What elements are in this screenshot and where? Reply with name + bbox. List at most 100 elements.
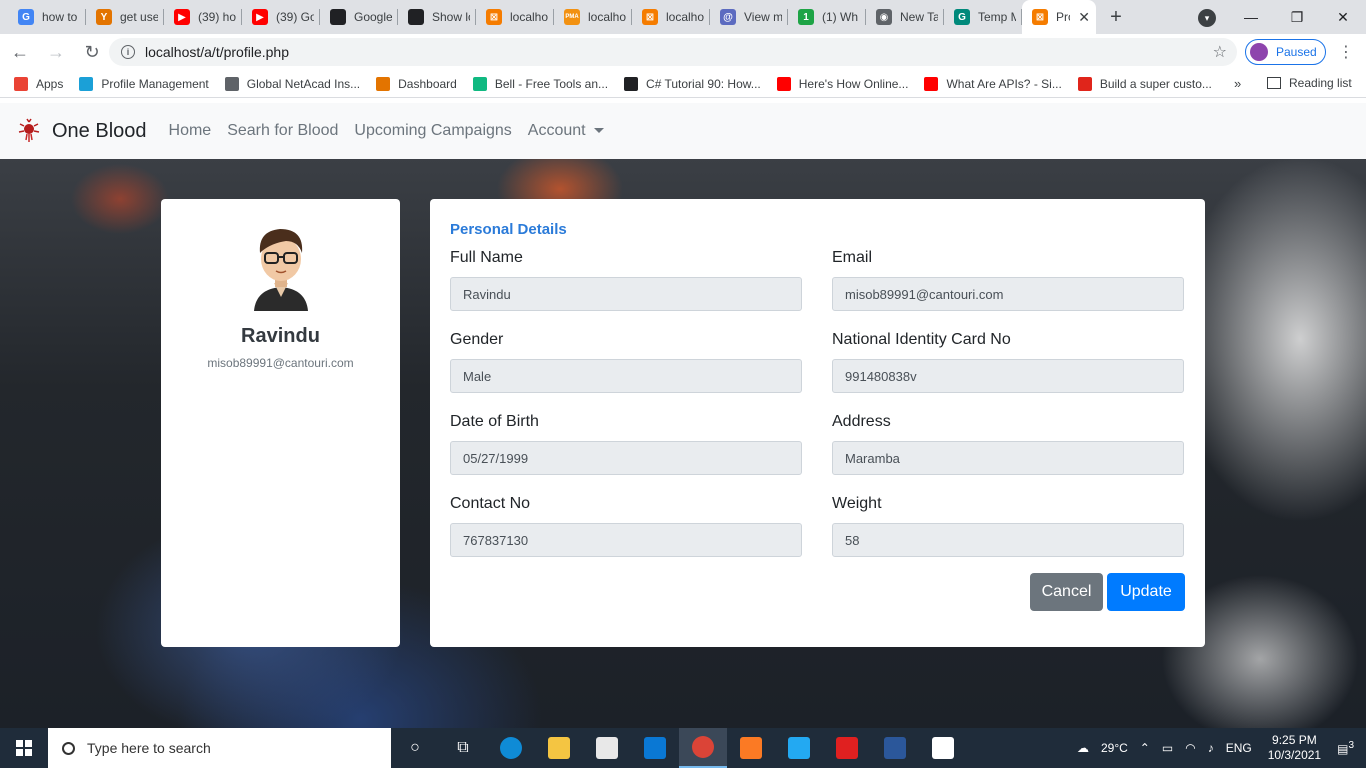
volume-icon[interactable]: ♪ <box>1208 741 1214 755</box>
profile-paused-button[interactable]: Paused <box>1245 39 1326 65</box>
bookmark-item[interactable]: Here's How Online... <box>776 76 908 91</box>
bookmark-icon <box>1077 76 1092 91</box>
edge-icon[interactable] <box>487 728 535 768</box>
wifi-icon[interactable]: ◠ <box>1185 741 1195 755</box>
address-bar[interactable]: i localhost/a/t/profile.php ☆ <box>109 38 1237 66</box>
address-field[interactable]: Maramba <box>832 441 1184 475</box>
bookmark-icon <box>79 76 94 91</box>
battery-icon[interactable]: ▭ <box>1162 741 1173 755</box>
reading-list-button[interactable]: Reading list <box>1267 76 1352 90</box>
tab-label: localho <box>510 10 548 24</box>
bookmark-item[interactable]: Apps <box>14 76 64 91</box>
restore-icon[interactable]: ❐ <box>1274 0 1320 34</box>
browser-tab[interactable]: Yget use <box>86 0 164 34</box>
word-icon[interactable] <box>871 728 919 768</box>
nic-group: National Identity Card No 991480838v <box>832 331 1184 393</box>
acrobat-icon[interactable] <box>823 728 871 768</box>
search-icon <box>62 741 75 755</box>
close-window-icon[interactable]: ✕ <box>1320 0 1366 34</box>
weight-field[interactable]: 58 <box>832 523 1184 557</box>
tab-label: (39) ho <box>198 10 236 24</box>
clock[interactable]: 9:25 PM 10/3/2021 <box>1268 733 1321 763</box>
bookmark-item[interactable]: Global NetAcad Ins... <box>224 76 360 91</box>
weather-icon[interactable]: ☁ <box>1077 741 1089 755</box>
browser-tab[interactable]: ⊠ localho <box>476 0 554 34</box>
update-button[interactable]: Update <box>1107 573 1185 611</box>
taskbar-search-box[interactable]: Type here to search <box>48 728 391 768</box>
browser-tab[interactable]: 1 (1) Wh <box>788 0 866 34</box>
bookmark-item[interactable]: What Are APIs? - Si... <box>924 76 1062 91</box>
personal-details-card: Personal Details Full Name Ravindu Email… <box>430 199 1205 647</box>
bookmark-item[interactable]: Dashboard <box>376 76 457 91</box>
bookmark-item[interactable]: Build a super custo... <box>1077 76 1212 91</box>
reload-icon[interactable]: ↻ <box>76 36 108 68</box>
chrome-icon[interactable] <box>679 728 727 768</box>
nav-account-dropdown[interactable]: Account <box>528 122 604 140</box>
profile-status: Paused <box>1276 45 1317 59</box>
nic-label: National Identity Card No <box>832 331 1011 348</box>
bookmark-star-icon[interactable]: ☆ <box>1213 42 1227 62</box>
close-tab-icon[interactable]: ✕ <box>1078 9 1090 26</box>
browser-tab[interactable]: Show lo <box>398 0 476 34</box>
cortana-icon[interactable]: ○ <box>391 728 439 768</box>
notifications-icon[interactable]: ▤3 <box>1337 740 1354 756</box>
contact-field[interactable]: 767837130 <box>450 523 802 557</box>
start-button[interactable] <box>0 728 48 768</box>
email-field[interactable]: misob89991@cantouri.com <box>832 277 1184 311</box>
minimize-icon[interactable]: — <box>1228 0 1274 34</box>
user-avatar-icon <box>253 229 308 311</box>
browser-tab[interactable]: G Temp M <box>944 0 1022 34</box>
bookmark-item[interactable]: Bell - Free Tools an... <box>472 76 608 91</box>
bookmarks-overflow-icon[interactable]: » <box>1234 76 1241 91</box>
site-info-icon[interactable]: i <box>121 45 135 59</box>
browser-tab[interactable]: Google <box>320 0 398 34</box>
bookmark-label: C# Tutorial 90: How... <box>646 76 761 91</box>
address-label: Address <box>832 413 891 430</box>
forward-icon[interactable]: → <box>40 36 72 68</box>
file-explorer-icon[interactable] <box>535 728 583 768</box>
store-icon[interactable] <box>583 728 631 768</box>
gender-group: Gender Male <box>450 331 802 393</box>
task-view-icon[interactable]: ⧉ <box>439 728 487 768</box>
gender-field[interactable]: Male <box>450 359 802 393</box>
browser-tab[interactable]: PMA localho <box>554 0 632 34</box>
language-indicator[interactable]: ENG <box>1226 741 1252 755</box>
tab-favicon-icon: G <box>954 9 970 25</box>
dob-field[interactable]: 05/27/1999 <box>450 441 802 475</box>
new-tab-button[interactable]: + <box>1096 0 1136 34</box>
mail-icon[interactable] <box>631 728 679 768</box>
browser-tab[interactable]: ⊠ localho <box>632 0 710 34</box>
tab-favicon-icon <box>408 9 424 25</box>
browser-tab[interactable]: ⊠ Pro ✕ <box>1022 0 1096 34</box>
cancel-button[interactable]: Cancel <box>1030 573 1103 611</box>
windows-logo-icon <box>16 740 32 756</box>
tab-search-icon[interactable]: ▾ <box>1198 9 1216 27</box>
menu-kebab-icon[interactable]: ⋮ <box>1338 42 1354 62</box>
photos-icon[interactable] <box>919 728 967 768</box>
browser-tab[interactable]: Ghow to <box>8 0 86 34</box>
bookmark-item[interactable]: Profile Management <box>79 76 209 91</box>
bookmark-item[interactable]: C# Tutorial 90: How... <box>624 76 761 91</box>
tray-overflow-icon[interactable]: ⌃ <box>1140 741 1150 755</box>
nav-search-blood[interactable]: Searh for Blood <box>227 122 338 140</box>
reading-list-label: Reading list <box>1289 76 1352 90</box>
tab-favicon-icon: @ <box>720 9 736 25</box>
browser-tab[interactable]: ◉ New Ta <box>866 0 944 34</box>
weather-temp[interactable]: 29°C <box>1101 741 1128 755</box>
brand[interactable]: One Blood <box>16 118 147 144</box>
browser-tab[interactable]: ▶ (39) ho <box>164 0 242 34</box>
nav-home[interactable]: Home <box>169 122 212 140</box>
xampp-icon[interactable] <box>727 728 775 768</box>
nav-upcoming-campaigns[interactable]: Upcoming Campaigns <box>354 122 511 140</box>
bookmark-icon <box>472 76 487 91</box>
blood-drop-logo-icon <box>18 118 40 142</box>
bookmark-label: Apps <box>36 76 64 91</box>
profile-avatar-icon <box>1250 43 1268 61</box>
browser-tab[interactable]: ▶ (39) Go <box>242 0 320 34</box>
full-name-field[interactable]: Ravindu <box>450 277 802 311</box>
browser-tab[interactable]: @ View m <box>710 0 788 34</box>
vscode-icon[interactable] <box>775 728 823 768</box>
back-icon[interactable]: ← <box>4 36 36 68</box>
address-group: Address Maramba <box>832 413 1184 475</box>
nic-field[interactable]: 991480838v <box>832 359 1184 393</box>
